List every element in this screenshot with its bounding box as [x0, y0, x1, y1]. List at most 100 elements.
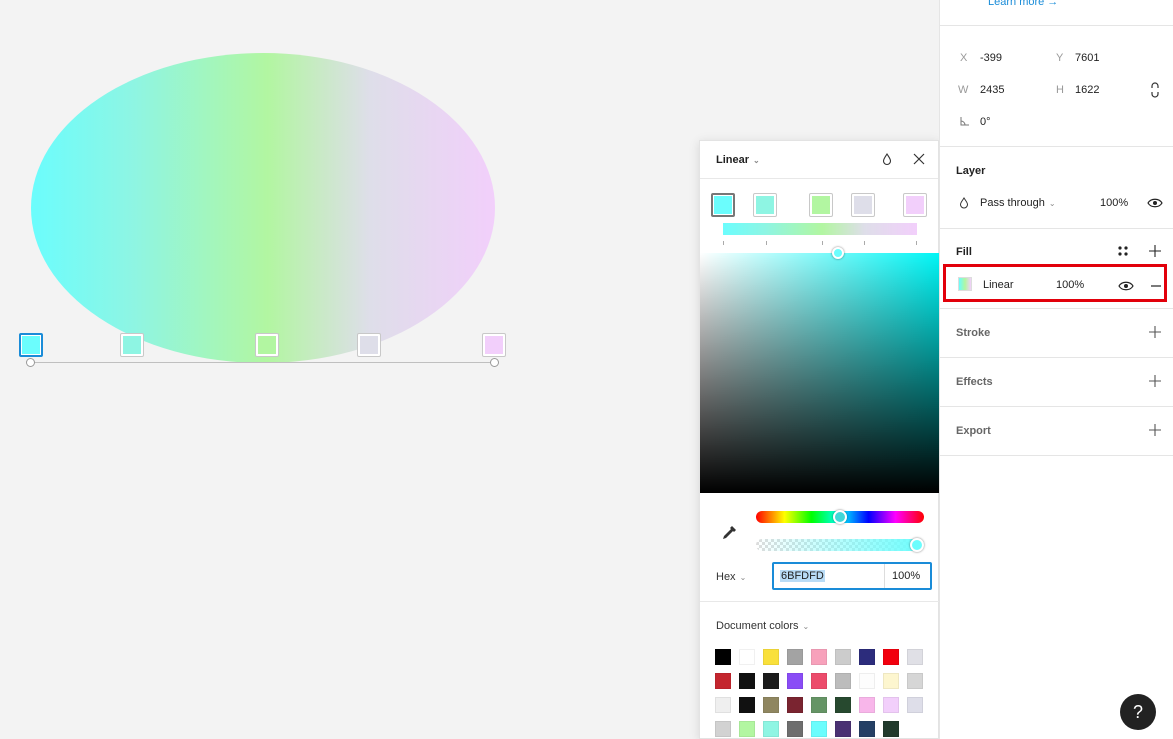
constrain-proportions-icon[interactable]: [1150, 82, 1160, 98]
remove-fill-minus-icon[interactable]: [1150, 280, 1162, 292]
fill-section-title: Fill: [956, 246, 972, 258]
document-color-swatch[interactable]: [739, 649, 755, 665]
saturation-value-knob[interactable]: [832, 247, 844, 259]
gradient-end-handle[interactable]: [490, 358, 499, 367]
hex-input[interactable]: 6BFDFD: [780, 570, 825, 582]
learn-more-link[interactable]: Learn more →: [988, 0, 1058, 8]
document-color-swatch[interactable]: [715, 721, 731, 737]
fill-swatch[interactable]: [958, 277, 972, 291]
document-color-swatch[interactable]: [859, 697, 875, 713]
add-fill-plus-icon[interactable]: [1148, 244, 1162, 258]
y-input[interactable]: 7601: [1075, 52, 1099, 64]
hue-slider[interactable]: [756, 510, 924, 524]
blend-mode-dropdown[interactable]: Pass through ⌄: [980, 197, 1056, 209]
document-color-swatch[interactable]: [763, 649, 779, 665]
document-color-swatch[interactable]: [859, 721, 875, 737]
alpha-slider[interactable]: [756, 538, 924, 552]
document-color-swatch[interactable]: [811, 721, 827, 737]
canvas-color-stop[interactable]: [120, 333, 144, 357]
picker-color-stop[interactable]: [903, 193, 927, 217]
gradient-stops-editor[interactable]: [700, 179, 940, 253]
alpha-knob[interactable]: [910, 538, 924, 552]
gradient-start-handle[interactable]: [26, 358, 35, 367]
hue-knob[interactable]: [833, 510, 847, 524]
document-color-swatch[interactable]: [811, 697, 827, 713]
document-color-swatch[interactable]: [883, 721, 899, 737]
blend-drop-icon[interactable]: [880, 152, 894, 166]
fill-type-label[interactable]: Linear: [983, 279, 1014, 291]
fill-row-highlighted[interactable]: Linear 100%: [943, 264, 1167, 302]
document-color-swatch[interactable]: [787, 649, 803, 665]
stop-swatch: [485, 336, 503, 354]
fill-opacity-input[interactable]: 100%: [1056, 279, 1084, 291]
gradient-handle-line[interactable]: [31, 362, 495, 363]
canvas-color-stop[interactable]: [482, 333, 506, 357]
document-color-swatch[interactable]: [883, 673, 899, 689]
x-input[interactable]: -399: [980, 52, 1002, 64]
w-input[interactable]: 2435: [980, 84, 1004, 96]
picker-color-stop[interactable]: [711, 193, 735, 217]
h-input[interactable]: 1622: [1075, 84, 1099, 96]
document-color-swatch[interactable]: [739, 673, 755, 689]
document-color-swatch[interactable]: [859, 649, 875, 665]
document-color-swatch[interactable]: [907, 697, 923, 713]
gradient-preview-bar[interactable]: [723, 223, 917, 235]
eye-icon[interactable]: [1118, 280, 1134, 292]
eye-icon[interactable]: [1147, 197, 1163, 209]
canvas-color-stop[interactable]: [357, 333, 381, 357]
document-color-swatch[interactable]: [835, 721, 851, 737]
picker-color-stop[interactable]: [753, 193, 777, 217]
divider: [940, 25, 1173, 26]
document-color-swatch[interactable]: [763, 697, 779, 713]
document-color-swatch[interactable]: [763, 721, 779, 737]
y-label: Y: [1056, 52, 1064, 64]
layer-opacity-input[interactable]: 100%: [1100, 197, 1128, 209]
document-color-swatch[interactable]: [787, 673, 803, 689]
document-color-swatch[interactable]: [787, 721, 803, 737]
alpha-fill: [756, 539, 924, 551]
canvas-color-stop[interactable]: [19, 333, 43, 357]
stop-tick: [916, 241, 917, 245]
document-color-swatch[interactable]: [763, 673, 779, 689]
document-color-swatch[interactable]: [835, 697, 851, 713]
close-icon[interactable]: [912, 152, 926, 166]
document-color-swatch[interactable]: [715, 649, 731, 665]
document-color-swatch[interactable]: [907, 673, 923, 689]
add-effect-plus-icon[interactable]: [1148, 374, 1162, 388]
document-color-swatch[interactable]: [859, 673, 875, 689]
styles-grid-icon[interactable]: [1118, 246, 1128, 256]
canvas-color-stop[interactable]: [255, 333, 279, 357]
document-color-swatch[interactable]: [739, 721, 755, 737]
saturation-value-area[interactable]: [700, 247, 940, 493]
document-color-swatch[interactable]: [811, 649, 827, 665]
stop-swatch: [906, 196, 924, 214]
picker-color-stop[interactable]: [851, 193, 875, 217]
help-button[interactable]: ?: [1120, 694, 1156, 730]
document-colors-dropdown[interactable]: Document colors ⌄: [716, 620, 809, 632]
document-color-swatch[interactable]: [715, 673, 731, 689]
document-color-swatch[interactable]: [907, 649, 923, 665]
eyedropper-icon[interactable]: [720, 524, 738, 542]
document-color-swatch[interactable]: [715, 697, 731, 713]
add-stroke-plus-icon[interactable]: [1148, 325, 1162, 339]
divider: [700, 601, 940, 602]
gradient-ellipse[interactable]: [31, 53, 495, 363]
chevron-down-icon: ⌄: [753, 156, 760, 165]
document-color-swatch[interactable]: [835, 673, 851, 689]
color-picker-panel: Linear ⌄ Hex ⌄ 6BFDFD 100% Document colors…: [699, 140, 940, 739]
color-mode-label: Hex: [716, 571, 736, 583]
document-color-swatch[interactable]: [811, 673, 827, 689]
document-color-swatch[interactable]: [739, 697, 755, 713]
add-export-plus-icon[interactable]: [1148, 423, 1162, 437]
document-color-swatch[interactable]: [835, 649, 851, 665]
document-color-swatch[interactable]: [883, 649, 899, 665]
picker-color-stop[interactable]: [809, 193, 833, 217]
opacity-input[interactable]: 100%: [892, 570, 920, 582]
rotation-input[interactable]: 0°: [980, 116, 991, 128]
document-color-swatch[interactable]: [787, 697, 803, 713]
hex-input-box[interactable]: 6BFDFD 100%: [772, 562, 932, 590]
color-mode-dropdown[interactable]: Hex ⌄: [716, 571, 746, 583]
gradient-type-dropdown[interactable]: Linear ⌄: [716, 154, 760, 166]
document-color-swatch[interactable]: [883, 697, 899, 713]
stop-swatch: [812, 196, 830, 214]
